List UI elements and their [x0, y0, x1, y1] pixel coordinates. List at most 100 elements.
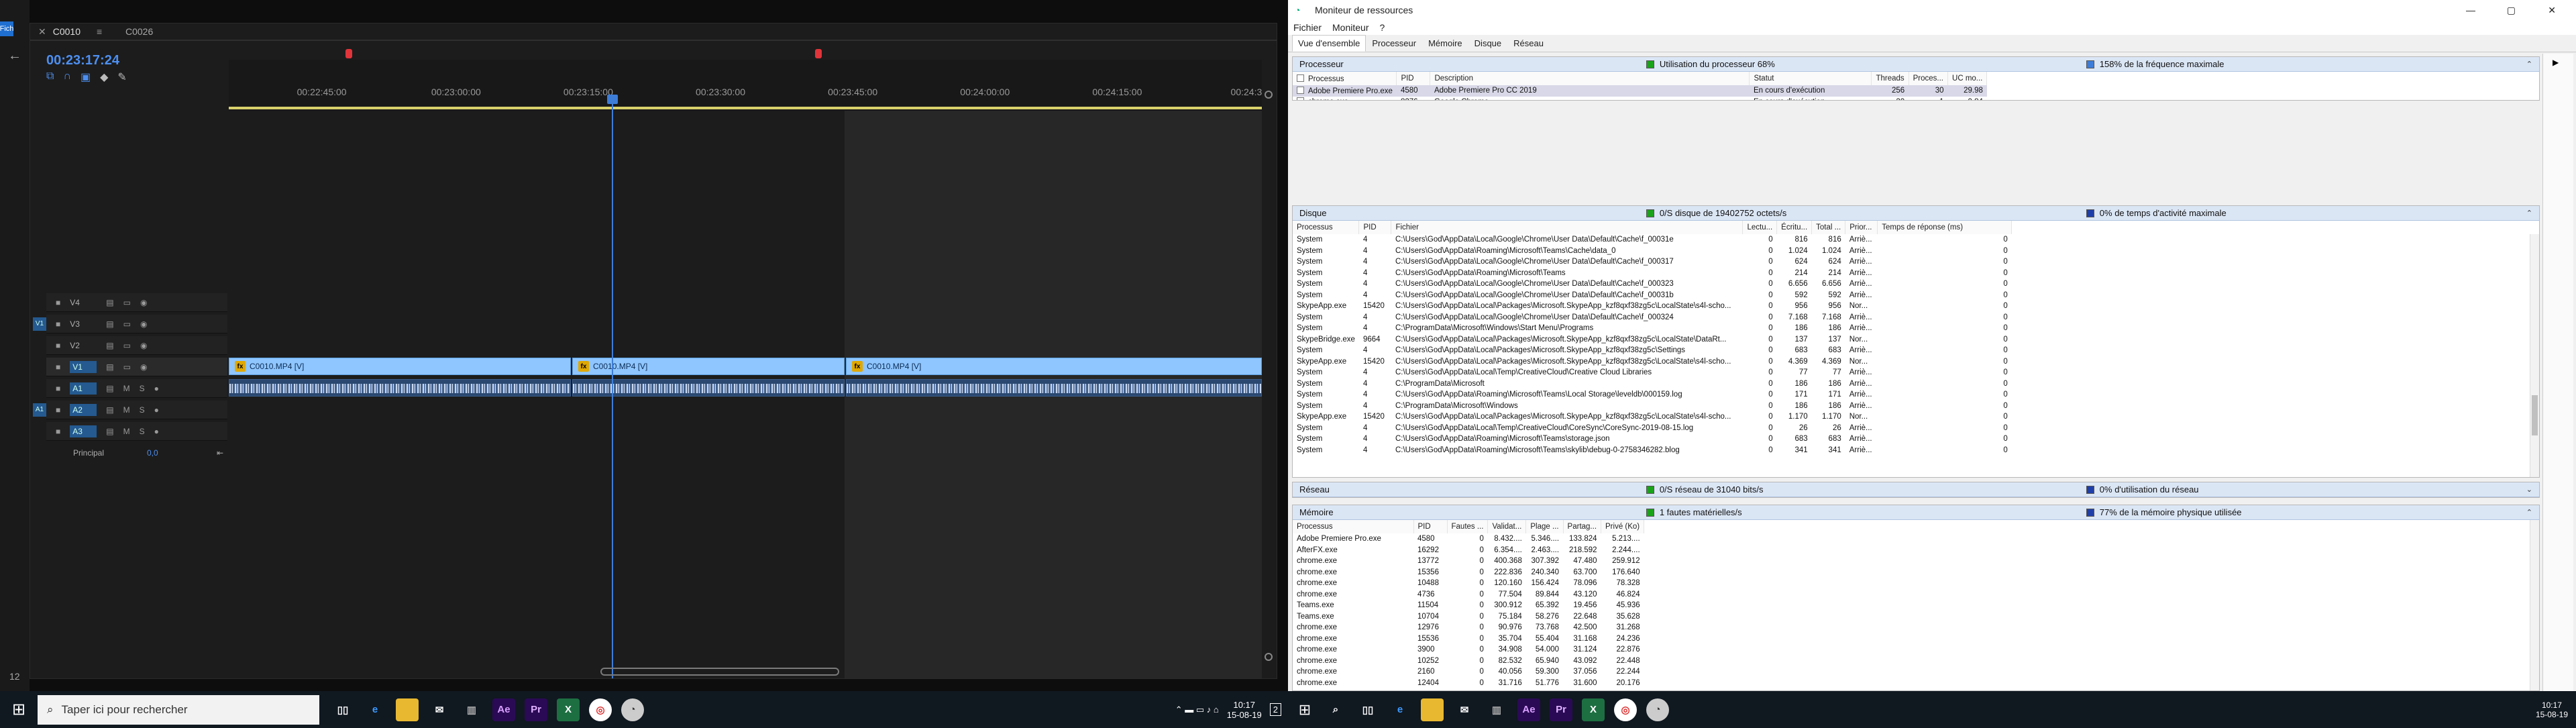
col-header[interactable]: Processus	[1293, 221, 1360, 234]
col-header[interactable]: Partag...	[1563, 520, 1602, 533]
lock-icon[interactable]: ■	[56, 319, 60, 329]
app-icon[interactable]: ▥	[1485, 698, 1508, 721]
menu-icon[interactable]: ≡	[97, 26, 102, 37]
col-header[interactable]: Total ...	[1811, 221, 1846, 234]
tab-network[interactable]: Réseau	[1507, 35, 1550, 52]
table-row[interactable]: SkypeBridge.exe 9664 C:\Users\God\AppData\…	[1293, 334, 2012, 346]
nest-icon[interactable]: ⧉	[46, 70, 54, 84]
col-header[interactable]: Fichier	[1391, 221, 1743, 234]
table-row[interactable]: Adobe Premiere Pro.exe 4580 Adobe Premiere…	[1293, 85, 1987, 97]
table-row[interactable]: System 4 C:\ProgramData\Microsoft\Windows 0…	[1293, 401, 2012, 412]
table-row[interactable]: chrome.exe8276Google ChromeEn cours d'ex…	[1293, 97, 1987, 100]
chrome-icon[interactable]: ◎	[589, 698, 612, 721]
table-row[interactable]: System 4 C:\Users\God\AppData\Roaming\Micr…	[1293, 433, 2012, 445]
solo-s[interactable]: S	[140, 405, 145, 415]
source-patch-v1[interactable]: V1	[33, 317, 46, 331]
col-header[interactable]: Prior...	[1845, 221, 1878, 234]
chrome-icon[interactable]: ◎	[1614, 698, 1637, 721]
output-icon[interactable]: ▭	[123, 298, 131, 307]
sync-icon[interactable]: ▤	[106, 319, 113, 329]
output-icon[interactable]: ▭	[123, 341, 131, 350]
microphone-icon[interactable]: ●	[154, 405, 159, 415]
windows-start-icon[interactable]: ⊞	[1288, 701, 1322, 719]
side-arrow-icon[interactable]: ▶	[2553, 58, 2559, 67]
disk-header[interactable]: Disque 0/S disque de 19402752 octets/s 0…	[1293, 206, 2539, 221]
solo-s[interactable]: S	[140, 427, 145, 436]
col-header[interactable]: Threads	[1871, 72, 1909, 85]
app-icon[interactable]: ▥	[460, 698, 483, 721]
eye-icon[interactable]: ◉	[140, 298, 147, 307]
video-clip[interactable]: fx C0010.MP4 [V]	[229, 358, 571, 375]
table-row[interactable]: SkypeApp.exe 15420 C:\Users\God\AppData\Lo…	[1293, 301, 2012, 312]
mute-m[interactable]: M	[123, 384, 130, 393]
resource-monitor-icon[interactable]: ◔	[1646, 698, 1669, 721]
eye-icon[interactable]: ◉	[140, 319, 147, 329]
table-row[interactable]: chrome.exe 2160 0 40.056 59.300 37.056 22.244	[1293, 666, 1644, 678]
linked-selection-icon[interactable]: ▣	[80, 70, 91, 84]
track-a3[interactable]: ■ A3 ▤ M S ●	[46, 422, 227, 441]
col-header[interactable]: PID	[1358, 221, 1392, 234]
task-view-icon[interactable]: ▯▯	[331, 698, 354, 721]
tray-icons[interactable]: ⌃ ▬ ▭ ♪ ⌂	[1175, 705, 1219, 715]
table-row[interactable]: System 4 C:\Users\God\AppData\Roaming\Micr…	[1293, 246, 2012, 257]
output-icon[interactable]: ▭	[123, 362, 131, 372]
microphone-icon[interactable]: ●	[154, 384, 159, 393]
clock-left[interactable]: 10:17 15-08-19	[1227, 700, 1262, 720]
close-icon[interactable]: ✕	[38, 26, 46, 38]
table-row[interactable]: chrome.exe 10252 0 82.532 65.940 43.092 22.448	[1293, 656, 1644, 667]
table-row[interactable]: System 4 C:\Users\God\AppData\Local\Temp\C…	[1293, 423, 2012, 434]
table-row[interactable]: System 4 C:\Users\God\AppData\Local\Google…	[1293, 290, 2012, 301]
premiere-icon[interactable]: Pr	[525, 698, 547, 721]
sync-icon[interactable]: ▤	[106, 298, 113, 307]
playhead[interactable]	[612, 97, 613, 678]
settings-wrench-icon[interactable]: ✎	[117, 70, 126, 84]
tab-c0010[interactable]: ✕ C0010 ≡	[38, 23, 102, 40]
expand-chevron-icon[interactable]: ⌄	[2526, 485, 2532, 494]
table-row[interactable]: SkypeApp.exe 15420 C:\Users\God\AppData\Lo…	[1293, 356, 2012, 368]
excel-icon[interactable]: X	[557, 698, 580, 721]
back-arrow-icon[interactable]: ←	[8, 48, 21, 64]
eye-icon[interactable]: ◉	[140, 362, 147, 372]
table-row[interactable]: System 4 C:\Users\God\AppData\Local\Temp\C…	[1293, 367, 2012, 378]
lock-icon[interactable]: ■	[56, 298, 60, 307]
zoom-handle-icon[interactable]	[1265, 653, 1273, 661]
file-explorer-icon[interactable]	[396, 698, 419, 721]
file-menu-stub[interactable]: Fich	[0, 21, 13, 36]
col-header[interactable]: Processus	[1293, 520, 1414, 533]
tab-cpu[interactable]: Processeur	[1366, 35, 1422, 52]
marker-icon[interactable]	[815, 49, 822, 58]
lock-icon[interactable]: ■	[56, 427, 60, 436]
table-row[interactable]: chrome.exe 12976 0 90.976 73.768 42.500 31.268	[1293, 622, 1644, 633]
track-v1[interactable]: ■ V1 ▤ ▭ ◉	[46, 358, 227, 376]
col-header[interactable]: Temps de réponse (ms)	[1877, 221, 2012, 234]
solo-s[interactable]: S	[140, 384, 145, 393]
resource-monitor-icon[interactable]: ◔	[621, 698, 644, 721]
edge-icon[interactable]: e	[1389, 698, 1411, 721]
sync-icon[interactable]: ▤	[106, 341, 113, 350]
track-a2[interactable]: A1 ■ A2 ▤ M S ●	[33, 401, 227, 419]
mail-icon[interactable]: ✉	[428, 698, 451, 721]
track-a1[interactable]: ■ A1 ▤ M S ●	[46, 379, 227, 398]
mail-icon[interactable]: ✉	[1453, 698, 1476, 721]
collapse-chevron-icon[interactable]: ⌃	[2526, 508, 2532, 517]
time-ruler[interactable]: 00:22:45:00 00:23:00:00 00:23:15:00 00:23:3…	[229, 60, 1262, 111]
work-area-bar[interactable]	[229, 107, 1262, 109]
table-row[interactable]: Teams.exe 10704 0 75.184 58.276 22.648 35.628	[1293, 611, 1644, 623]
table-row[interactable]: System 4 C:\Users\God\AppData\Roaming\Micr…	[1293, 445, 2012, 456]
checkbox[interactable]	[1297, 74, 1304, 82]
table-row[interactable]: System 4 C:\Users\God\AppData\Local\Packag…	[1293, 345, 2012, 356]
col-header[interactable]: Processus	[1293, 72, 1397, 85]
audio-clip[interactable]	[846, 379, 1262, 397]
tab-disk[interactable]: Disque	[1468, 35, 1507, 52]
table-row[interactable]: System 4 C:\Users\God\AppData\Roaming\Micr…	[1293, 268, 2012, 279]
clock-right[interactable]: 10:17 15-08-19	[2536, 700, 2568, 719]
collapse-chevron-icon[interactable]: ⌃	[2526, 209, 2532, 217]
notifications-badge[interactable]: 2	[1269, 703, 1281, 716]
scroll-thumb[interactable]	[2532, 395, 2538, 435]
track-v4[interactable]: ■ V4 ▤ ▭ ◉	[46, 293, 227, 312]
task-view-icon[interactable]: ▯▯	[1356, 698, 1379, 721]
col-header[interactable]: Écritu...	[1776, 221, 1813, 234]
minimize-icon[interactable]: —	[2466, 5, 2475, 15]
table-row[interactable]: System 4 C:\Users\God\AppData\Local\Google…	[1293, 278, 2012, 290]
edge-icon[interactable]: e	[364, 698, 386, 721]
